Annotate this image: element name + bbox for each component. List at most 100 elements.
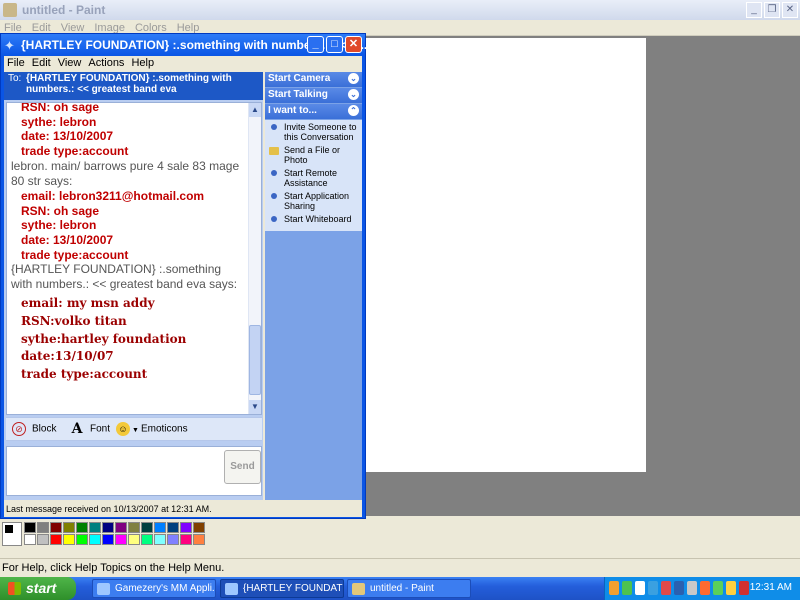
paint-menu-colors[interactable]: Colors [131, 20, 173, 34]
chevron-up-icon[interactable]: ⌃ [348, 105, 359, 116]
tray-icon[interactable] [661, 581, 671, 595]
color-palette [24, 522, 205, 545]
action-label: Start Whiteboard [284, 214, 352, 224]
font-button[interactable]: A Font [70, 422, 110, 436]
palette-swatch[interactable] [154, 534, 166, 545]
palette-swatch[interactable] [167, 534, 179, 545]
msn-menu-file[interactable]: File [4, 56, 29, 69]
palette-swatch[interactable] [89, 522, 101, 533]
actions-side-panel: Start Camera ⌄ Start Talking ⌄ I want to… [265, 72, 362, 500]
palette-swatch[interactable] [76, 534, 88, 545]
palette-swatch[interactable] [76, 522, 88, 533]
paint-menu-help[interactable]: Help [173, 20, 206, 34]
palette-swatch[interactable] [167, 522, 179, 533]
msn-menu-view[interactable]: View [55, 56, 86, 69]
tray-icon[interactable] [622, 581, 632, 595]
tray-icon[interactable] [687, 581, 697, 595]
palette-swatch[interactable] [141, 534, 153, 545]
msn-maximize-icon[interactable]: □ [326, 36, 343, 53]
msn-status-bar: Last message received on 10/13/2007 at 1… [4, 502, 362, 517]
palette-swatch[interactable] [128, 522, 140, 533]
palette-swatch[interactable] [180, 522, 192, 533]
windows-logo-icon [8, 582, 21, 595]
palette-swatch[interactable] [63, 534, 75, 545]
palette-swatch[interactable] [24, 522, 36, 533]
palette-swatch[interactable] [141, 522, 153, 533]
palette-swatch[interactable] [102, 522, 114, 533]
palette-swatch[interactable] [24, 534, 36, 545]
message-history[interactable]: RSN: oh sage sythe: lebron date: 13/10/200… [6, 102, 262, 415]
msn-titlebar[interactable]: ✦ {HARTLEY FOUNDATION} :.something with … [1, 34, 367, 56]
palette-swatch[interactable] [37, 522, 49, 533]
chevron-down-icon[interactable]: ⌄ [348, 73, 359, 84]
block-button[interactable]: ⊘ Block [12, 422, 56, 436]
paint-menu-view[interactable]: View [57, 20, 91, 34]
scroll-thumb[interactable] [249, 325, 261, 395]
palette-swatch[interactable] [89, 534, 101, 545]
paint-titlebar[interactable]: untitled - Paint _ ❐ ✕ [0, 0, 800, 20]
action-whiteboard[interactable]: Start Whiteboard [267, 214, 360, 224]
message-input[interactable]: Send [6, 446, 262, 496]
minimize-icon[interactable]: _ [746, 2, 762, 18]
msn-minimize-icon[interactable]: _ [307, 36, 324, 53]
msn-butterfly-icon: ✦ [4, 38, 15, 53]
paint-menu-image[interactable]: Image [90, 20, 131, 34]
action-send-file[interactable]: Send a File or Photo [267, 145, 360, 165]
smiley-icon: ☺ [116, 422, 130, 436]
tray-icon[interactable] [674, 581, 684, 595]
emoticons-button[interactable]: ☺ ▼ Emoticons [116, 422, 188, 436]
task-label: Gamezery's MM Appli... [115, 583, 216, 594]
msn-menu-edit[interactable]: Edit [29, 56, 55, 69]
paint-canvas[interactable] [366, 38, 646, 472]
tray-icon[interactable] [726, 581, 736, 595]
chevron-down-icon[interactable]: ⌄ [348, 89, 359, 100]
message-line: date:13/10/07 [21, 349, 114, 364]
msn-close-icon[interactable]: ✕ [345, 36, 362, 53]
palette-swatch[interactable] [115, 522, 127, 533]
start-label: start [26, 580, 57, 596]
maximize-icon[interactable]: ❐ [764, 2, 780, 18]
message-block: RSN: oh sage sythe: lebron date: 13/10/200… [11, 103, 243, 159]
action-remote-assistance[interactable]: Start Remote Assistance [267, 168, 360, 188]
palette-swatch[interactable] [115, 534, 127, 545]
scroll-up-arrow-icon[interactable]: ▲ [249, 103, 261, 117]
paint-menu-edit[interactable]: Edit [28, 20, 57, 34]
taskbar-item-hartley[interactable]: {HARTLEY FOUNDATI... [220, 579, 344, 598]
palette-swatch[interactable] [180, 534, 192, 545]
start-talking-header[interactable]: Start Talking ⌄ [265, 88, 362, 103]
history-scrollbar[interactable]: ▲ ▼ [248, 103, 261, 414]
start-button[interactable]: start [0, 577, 76, 600]
tray-icon[interactable] [609, 581, 619, 595]
palette-swatch[interactable] [154, 522, 166, 533]
palette-swatch[interactable] [102, 534, 114, 545]
message-line: sythe: lebron [21, 218, 97, 233]
send-button[interactable]: Send [224, 450, 261, 484]
action-app-sharing[interactable]: Start Application Sharing [267, 191, 360, 211]
msn-menu-actions[interactable]: Actions [85, 56, 128, 69]
close-icon[interactable]: ✕ [782, 2, 798, 18]
tray-icon[interactable] [700, 581, 710, 595]
taskbar-item-paint[interactable]: untitled - Paint [347, 579, 471, 598]
palette-swatch[interactable] [50, 534, 62, 545]
action-invite[interactable]: Invite Someone to this Conversation [267, 122, 360, 142]
tray-icon[interactable] [635, 581, 645, 595]
tray-icon[interactable] [648, 581, 658, 595]
msn-menubar: File Edit View Actions Help [4, 56, 362, 71]
palette-swatch[interactable] [63, 522, 75, 533]
palette-swatch[interactable] [128, 534, 140, 545]
tray-icon[interactable] [713, 581, 723, 595]
taskbar-item-gamezery[interactable]: Gamezery's MM Appli... [92, 579, 216, 598]
palette-swatch[interactable] [50, 522, 62, 533]
task-label: untitled - Paint [370, 583, 434, 594]
i-want-to-header[interactable]: I want to... ⌃ [265, 104, 362, 119]
compose-toolbar: ⊘ Block A Font ☺ ▼ Emoticons [6, 417, 262, 441]
palette-swatch[interactable] [37, 534, 49, 545]
msn-menu-help[interactable]: Help [128, 56, 158, 69]
clock[interactable]: 12:31 AM [750, 582, 792, 593]
tray-icon[interactable] [739, 581, 749, 595]
start-camera-header[interactable]: Start Camera ⌄ [265, 72, 362, 87]
scroll-down-arrow-icon[interactable]: ▼ [249, 400, 261, 414]
palette-swatch[interactable] [193, 534, 205, 545]
paint-menu-file[interactable]: File [0, 20, 28, 34]
palette-swatch[interactable] [193, 522, 205, 533]
